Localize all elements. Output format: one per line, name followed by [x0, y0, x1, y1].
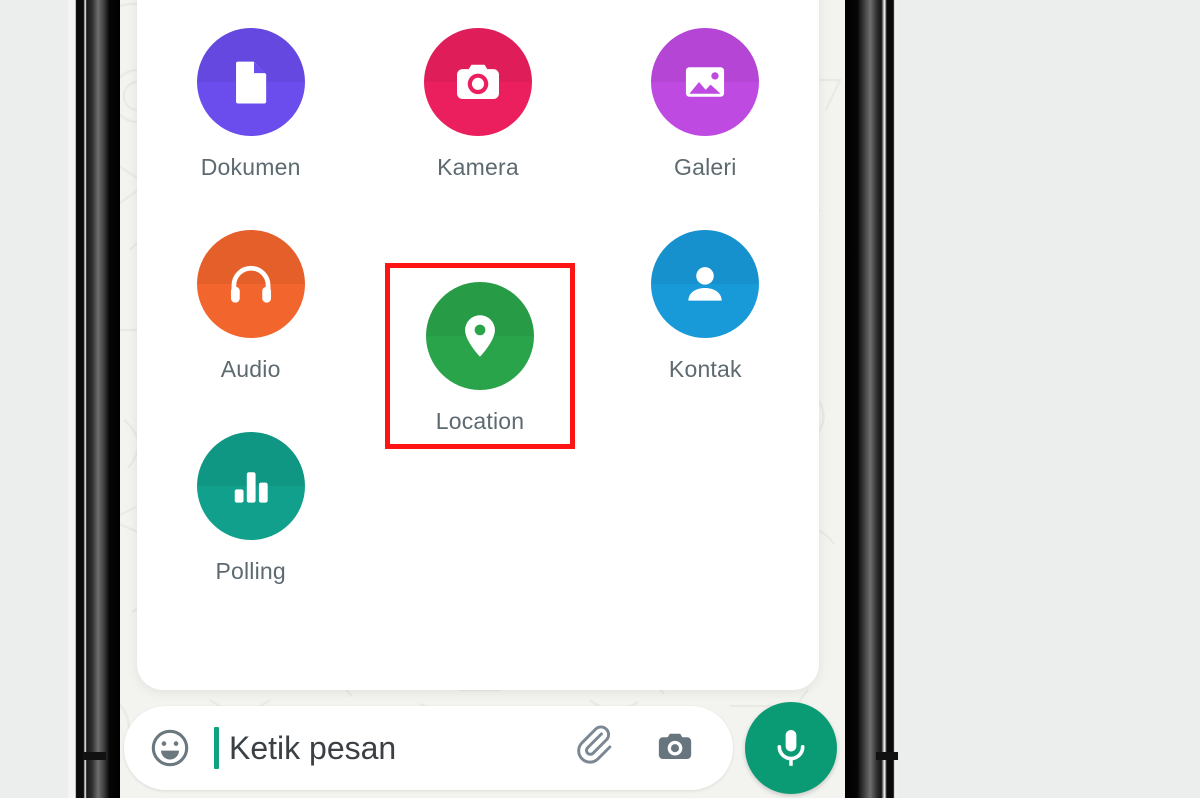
attachment-label: Location [435, 408, 525, 434]
voice-record-button[interactable] [745, 702, 837, 794]
camera-icon [456, 64, 499, 100]
headphones-icon [230, 265, 271, 303]
attachment-option-dokumen[interactable]: Dokumen [137, 20, 364, 222]
phone-screenshot: Dokumen Kamera Galeri Audio Kontak Polli… [0, 0, 1200, 798]
attachment-option-kamera[interactable]: Kamera [364, 20, 591, 222]
camera-icon-circle [423, 28, 532, 136]
attachment-option-location[interactable]: Location [390, 268, 570, 444]
phone-bezel-right [845, 0, 900, 798]
phone-bezel-left-notch [84, 752, 106, 760]
attach-button[interactable] [573, 723, 619, 774]
camera-icon [658, 733, 692, 759]
composer-actions [573, 723, 697, 774]
phone-bezel-right-notch [876, 752, 898, 760]
poll-bars-icon [234, 472, 268, 503]
location-highlight-box: Location [385, 263, 575, 449]
message-input-text[interactable]: Ketik pesan [229, 730, 396, 767]
gallery-icon [686, 67, 725, 97]
message-input-bar[interactable]: Ketik pesan [124, 706, 733, 790]
attachment-label: Audio [220, 356, 281, 382]
contact-icon [688, 267, 722, 301]
attachment-option-galeri[interactable]: Galeri [592, 20, 819, 222]
outer-background-left [0, 0, 70, 798]
gallery-icon-circle [651, 28, 760, 136]
attachment-option-kontak[interactable]: Kontak [592, 222, 819, 424]
paperclip-icon [577, 725, 612, 764]
microphone-icon [777, 729, 805, 766]
attachment-option-audio[interactable]: Audio [137, 222, 364, 424]
attachment-label: Kamera [437, 154, 519, 180]
location-pin-icon [465, 315, 495, 357]
attachment-option-polling[interactable]: Polling [137, 424, 364, 626]
document-icon-circle [196, 28, 305, 136]
attachment-label: Dokumen [200, 154, 301, 180]
contact-icon-circle [651, 230, 760, 338]
attachment-label: Polling [215, 558, 286, 584]
document-icon [235, 61, 266, 104]
poll-bars-icon-circle [196, 432, 305, 540]
attachment-label: Galeri [674, 154, 737, 180]
text-caret [214, 727, 219, 769]
smiley-icon [151, 729, 189, 767]
camera-button[interactable] [653, 724, 697, 773]
location-pin-icon-circle [426, 282, 534, 390]
headphones-icon-circle [196, 230, 305, 338]
emoji-button[interactable] [148, 726, 192, 770]
attachment-label: Kontak [668, 356, 742, 382]
outer-background-right [898, 0, 1200, 798]
phone-bezel-left [68, 0, 120, 798]
